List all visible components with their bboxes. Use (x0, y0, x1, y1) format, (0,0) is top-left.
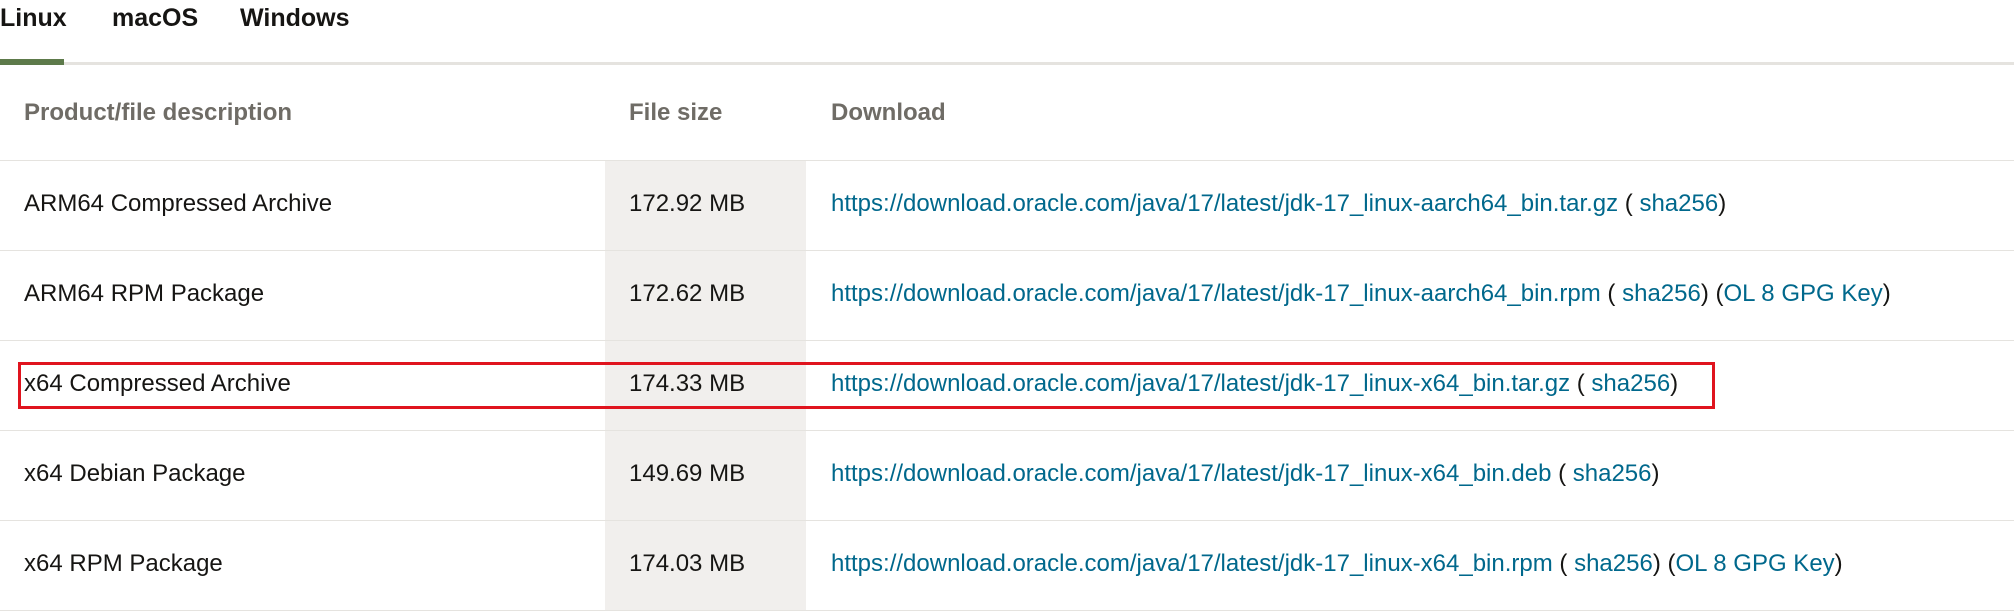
row-file-size: 172.62 MB (629, 280, 746, 307)
row-file-size: 149.69 MB (629, 460, 746, 487)
row-file-size: 174.03 MB (629, 550, 746, 577)
row-file-size: 172.92 MB (629, 190, 746, 217)
gpg-key-link[interactable]: OL 8 GPG Key (1675, 550, 1834, 577)
row-download: https://download.oracle.com/java/17/late… (831, 549, 1843, 579)
sha256-link[interactable]: sha256 (1573, 460, 1652, 487)
row-description: x64 Compressed Archive (24, 370, 291, 397)
sha-open: ( (1618, 190, 1640, 217)
row-description: ARM64 Compressed Archive (24, 190, 333, 217)
sha-close: ) (1670, 370, 1679, 397)
table-row: ARM64 RPM Package 172.62 MB https://down… (0, 251, 2014, 341)
sha-close: ) (1652, 550, 1668, 577)
table-row: x64 Compressed Archive 174.33 MB https:/… (0, 341, 2014, 431)
sha-close: ) (1700, 280, 1716, 307)
sha256-link[interactable]: sha256 (1591, 370, 1670, 397)
download-link[interactable]: https://download.oracle.com/java/17/late… (831, 460, 1551, 487)
sha-open: ( (1600, 280, 1623, 307)
gpg-close: ) (1834, 550, 1843, 577)
header-download: Download (831, 99, 946, 126)
row-download: https://download.oracle.com/java/17/late… (831, 459, 1660, 489)
gpg-open: ( (1715, 280, 1724, 307)
row-download: https://download.oracle.com/java/17/late… (831, 369, 1678, 399)
row-download: https://download.oracle.com/java/17/late… (831, 279, 1891, 309)
table-header: Product/file description File size Downl… (0, 65, 2014, 161)
download-link[interactable]: https://download.oracle.com/java/17/late… (831, 550, 1553, 577)
row-description: x64 RPM Package (24, 550, 223, 577)
sha-close: ) (1718, 190, 1727, 217)
table-row: ARM64 Compressed Archive 172.92 MB https… (0, 161, 2014, 251)
gpg-key-link[interactable]: OL 8 GPG Key (1724, 280, 1883, 307)
download-link[interactable]: https://download.oracle.com/java/17/late… (831, 370, 1570, 397)
sha-open: ( (1570, 370, 1592, 397)
sha-close: ) (1651, 460, 1660, 487)
sha-open: ( (1551, 460, 1573, 487)
gpg-close: ) (1882, 280, 1891, 307)
tab-linux[interactable]: Linux (0, 4, 67, 65)
header-description: Product/file description (24, 99, 293, 126)
table-row: x64 RPM Package 174.03 MB https://downlo… (0, 521, 2014, 611)
tab-macos[interactable]: macOS (112, 4, 198, 60)
platform-tabs: Linux macOS Windows (0, 0, 2014, 65)
table-row: x64 Debian Package 149.69 MB https://dow… (0, 431, 2014, 521)
sha256-link[interactable]: sha256 (1574, 550, 1653, 577)
download-link[interactable]: https://download.oracle.com/java/17/late… (831, 190, 1618, 217)
sha256-link[interactable]: sha256 (1622, 280, 1701, 307)
row-description: x64 Debian Package (24, 460, 246, 487)
tab-windows[interactable]: Windows (240, 4, 350, 60)
download-link[interactable]: https://download.oracle.com/java/17/late… (831, 280, 1601, 307)
sha-open: ( (1552, 550, 1575, 577)
row-download: https://download.oracle.com/java/17/late… (831, 189, 1726, 219)
row-file-size: 174.33 MB (629, 370, 746, 397)
header-file-size: File size (629, 99, 723, 126)
sha256-link[interactable]: sha256 (1639, 190, 1718, 217)
row-description: ARM64 RPM Package (24, 280, 265, 307)
